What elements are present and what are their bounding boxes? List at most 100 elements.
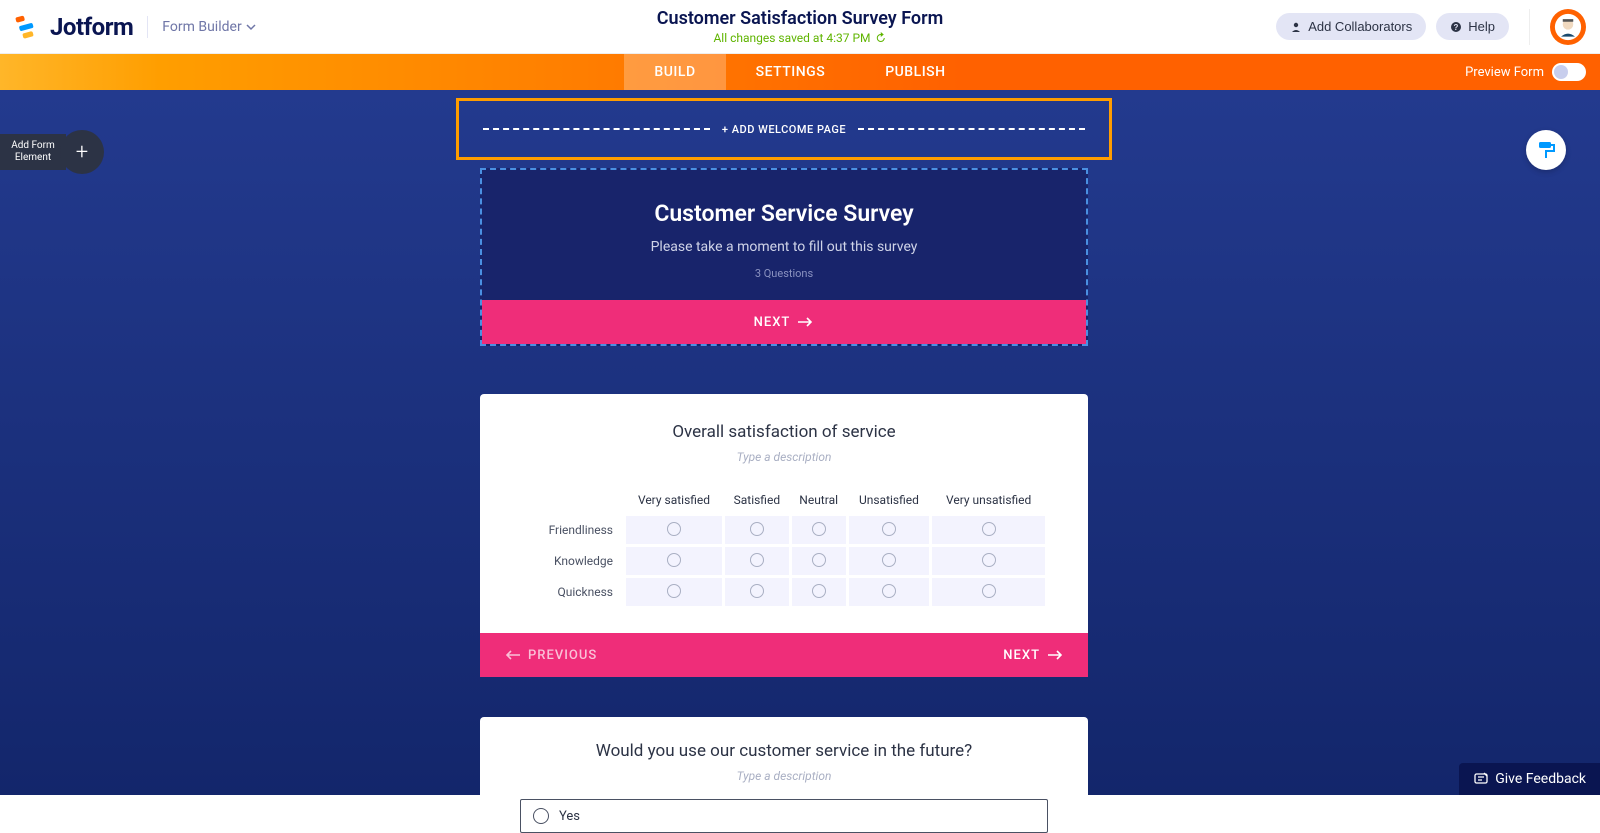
toggle-knob — [1554, 65, 1568, 79]
divider — [1529, 9, 1530, 45]
radio-icon — [750, 584, 764, 598]
radio-icon — [750, 553, 764, 567]
form-builder-label: Form Builder — [162, 19, 241, 35]
plus-icon: + — [60, 130, 104, 174]
question-description-placeholder[interactable]: Type a description — [520, 769, 1048, 783]
header-right-actions: Add Collaborators ? Help — [1276, 9, 1586, 45]
tab-build[interactable]: BUILD — [624, 54, 725, 90]
radio-icon — [982, 584, 996, 598]
question-title[interactable]: Would you use our customer service in th… — [520, 741, 1048, 761]
radio-icon — [812, 553, 826, 567]
arrow-right-icon — [1048, 649, 1064, 661]
refresh-icon — [875, 32, 887, 44]
card-nav-bar: PREVIOUS NEXT — [480, 633, 1088, 677]
paint-roller-icon — [1536, 140, 1556, 160]
radio-icon — [882, 584, 896, 598]
form-column: + ADD WELCOME PAGE Customer Service Surv… — [456, 98, 1112, 833]
option-label: Yes — [559, 809, 580, 824]
help-icon: ? — [1450, 21, 1462, 33]
matrix-col-header: Very unsatisfied — [932, 487, 1045, 513]
top-bar: Jotform Form Builder Customer Satisfacti… — [0, 0, 1600, 54]
arrow-right-icon — [798, 316, 814, 328]
radio-icon — [750, 522, 764, 536]
matrix-cell[interactable] — [849, 547, 930, 575]
survey-question-count: 3 Questions — [502, 267, 1066, 280]
radio-icon — [982, 553, 996, 567]
dashed-line — [483, 128, 710, 130]
matrix-cell[interactable] — [932, 578, 1045, 606]
form-designer-button[interactable] — [1526, 130, 1566, 170]
matrix-table: Very satisfied Satisfied Neutral Unsatis… — [520, 484, 1048, 609]
header-center: Customer Satisfaction Survey Form All ch… — [657, 8, 943, 45]
radio-icon — [667, 522, 681, 536]
logo-block[interactable]: Jotform — [14, 13, 133, 41]
divider — [147, 16, 148, 38]
question-title[interactable]: Overall satisfaction of service — [520, 422, 1048, 442]
matrix-cell[interactable] — [626, 547, 722, 575]
welcome-card[interactable]: Customer Service Survey Please take a mo… — [480, 168, 1088, 346]
tabs: BUILD SETTINGS PUBLISH — [624, 54, 975, 90]
dashed-line — [858, 128, 1085, 130]
add-form-element[interactable]: Add Form Element + — [0, 130, 104, 174]
matrix-cell[interactable] — [725, 547, 789, 575]
matrix-col-header: Unsatisfied — [849, 487, 930, 513]
svg-text:?: ? — [1454, 23, 1459, 32]
matrix-cell[interactable] — [932, 516, 1045, 544]
matrix-cell[interactable] — [792, 578, 846, 606]
logo-text: Jotform — [50, 13, 133, 41]
matrix-cell[interactable] — [849, 516, 930, 544]
preview-form-toggle[interactable]: Preview Form — [1465, 63, 1586, 81]
arrow-left-icon — [504, 649, 520, 661]
tab-publish[interactable]: PUBLISH — [855, 54, 975, 90]
question-card[interactable]: Would you use our customer service in th… — [480, 717, 1088, 833]
matrix-row-label: Quickness — [523, 578, 623, 606]
matrix-cell[interactable] — [849, 578, 930, 606]
next-button[interactable]: NEXT — [730, 315, 839, 330]
save-status: All changes saved at 4:37 PM — [657, 31, 943, 45]
radio-icon — [667, 584, 681, 598]
card-nav-bar: NEXT — [482, 300, 1086, 344]
form-builder-dropdown[interactable]: Form Builder — [162, 19, 255, 35]
matrix-cell[interactable] — [725, 578, 789, 606]
matrix-cell[interactable] — [932, 547, 1045, 575]
radio-icon — [667, 553, 681, 567]
matrix-cell[interactable] — [792, 547, 846, 575]
radio-icon — [812, 522, 826, 536]
give-feedback-button[interactable]: Give Feedback — [1459, 763, 1600, 795]
canvas: Add Form Element + + ADD WELCOME PAGE Cu… — [0, 90, 1600, 795]
tab-bar: BUILD SETTINGS PUBLISH Preview Form — [0, 54, 1600, 90]
radio-icon — [533, 808, 549, 824]
question-description-placeholder[interactable]: Type a description — [520, 450, 1048, 464]
matrix-card[interactable]: Overall satisfaction of service Type a d… — [480, 394, 1088, 677]
matrix-cell[interactable] — [792, 516, 846, 544]
add-welcome-page-slot[interactable]: + ADD WELCOME PAGE — [456, 98, 1112, 160]
avatar-icon — [1554, 13, 1582, 41]
chevron-down-icon — [246, 22, 256, 32]
add-element-label: Add Form Element — [0, 134, 66, 170]
next-button[interactable]: NEXT — [979, 648, 1088, 663]
avatar[interactable] — [1550, 9, 1586, 45]
matrix-cell[interactable] — [626, 578, 722, 606]
tab-settings[interactable]: SETTINGS — [726, 54, 856, 90]
previous-button[interactable]: PREVIOUS — [480, 648, 621, 663]
add-welcome-page-label: + ADD WELCOME PAGE — [722, 123, 846, 136]
radio-icon — [882, 522, 896, 536]
page-title: Customer Satisfaction Survey Form — [657, 8, 943, 29]
feedback-icon — [1473, 771, 1489, 787]
matrix-col-header: Very satisfied — [626, 487, 722, 513]
user-icon — [1290, 21, 1302, 33]
matrix-col-header: Neutral — [792, 487, 846, 513]
matrix-col-header: Satisfied — [725, 487, 789, 513]
matrix-cell[interactable] — [626, 516, 722, 544]
matrix-row-label: Knowledge — [523, 547, 623, 575]
survey-title[interactable]: Customer Service Survey — [502, 200, 1066, 227]
jotform-logo-icon — [14, 13, 42, 41]
radio-option[interactable]: Yes — [520, 799, 1048, 833]
matrix-cell[interactable] — [725, 516, 789, 544]
add-collaborators-button[interactable]: Add Collaborators — [1276, 13, 1426, 40]
toggle-switch[interactable] — [1552, 63, 1586, 81]
radio-icon — [982, 522, 996, 536]
survey-subtitle[interactable]: Please take a moment to fill out this su… — [502, 239, 1066, 255]
help-button[interactable]: ? Help — [1436, 13, 1509, 40]
radio-icon — [882, 553, 896, 567]
